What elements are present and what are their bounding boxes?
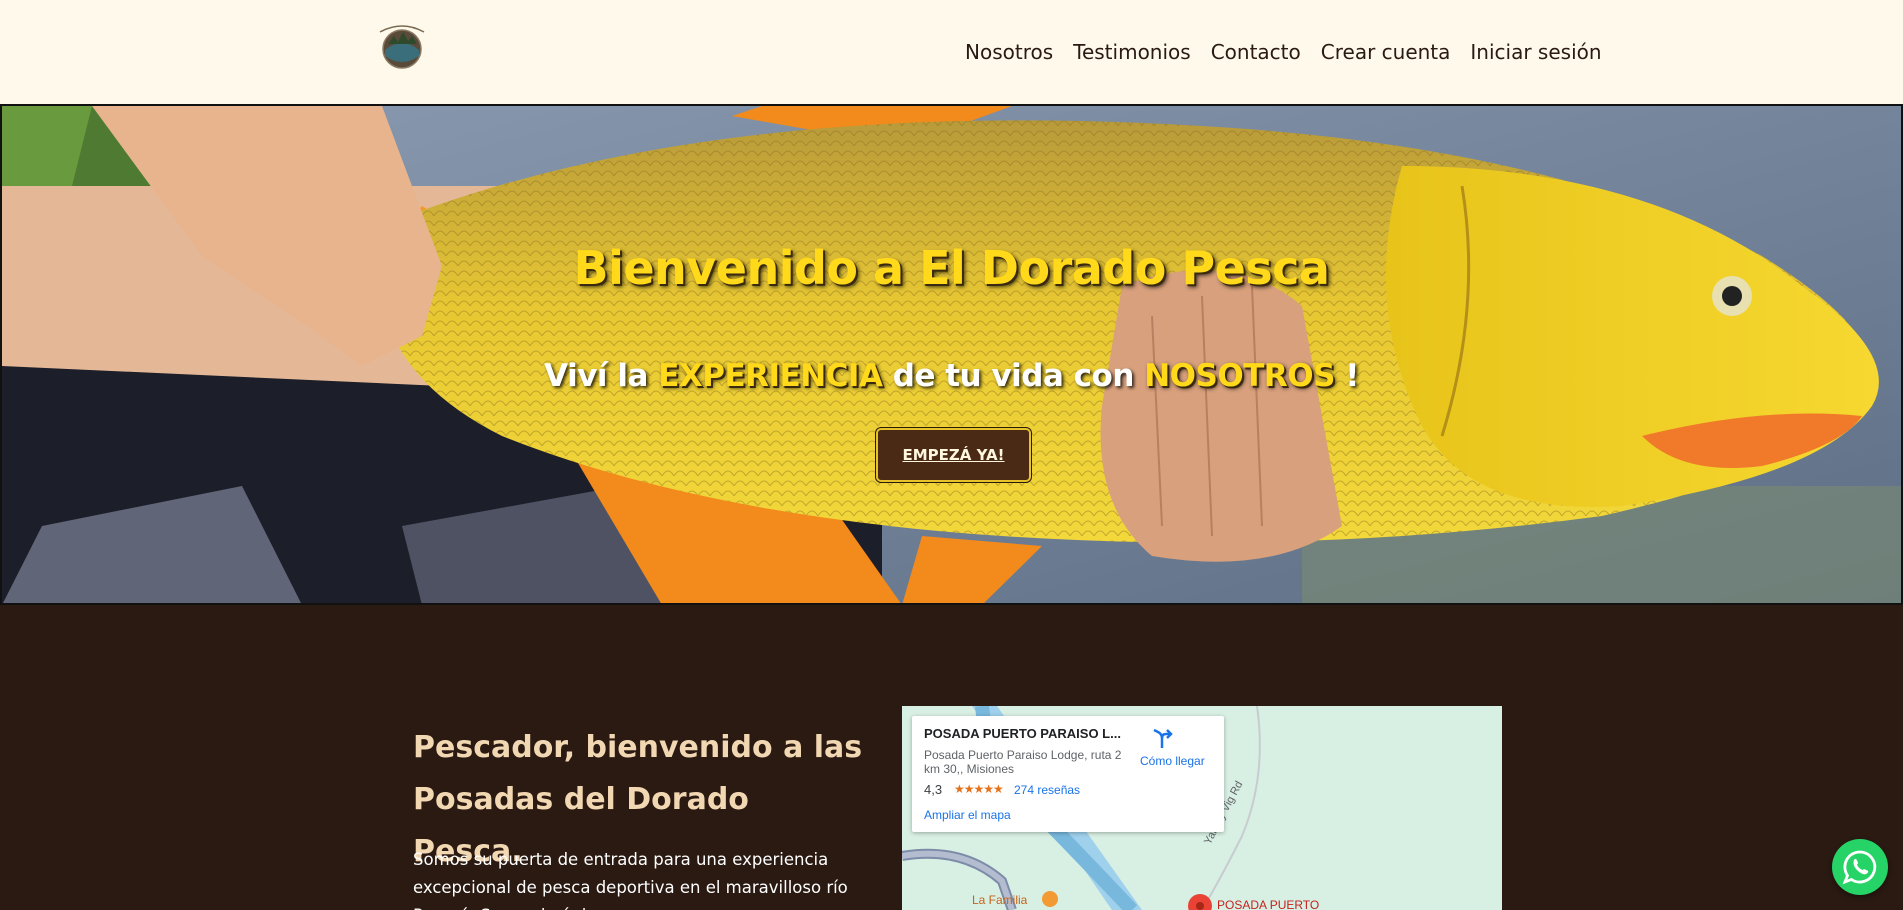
hero-subtitle-prefix: Viví la [544, 358, 659, 394]
map-poi-label[interactable]: La Familia [972, 893, 1027, 907]
hero-subtitle-suffix: ! [1334, 358, 1359, 394]
hero-subtitle: Viví la EXPERIENCIA de tu vida con NOSOT… [2, 358, 1901, 394]
site-header: Nosotros Testimonios Contacto Crear cuen… [0, 0, 1903, 106]
nav-nosotros[interactable]: Nosotros [965, 40, 1053, 64]
main-nav: Nosotros Testimonios Contacto Crear cuen… [965, 40, 1602, 64]
hero-subtitle-middle: de tu vida con [882, 358, 1145, 394]
lodge-logo-icon[interactable] [376, 22, 428, 70]
directions-icon[interactable] [1150, 726, 1174, 750]
map-enlarge-link[interactable]: Ampliar el mapa [924, 808, 1011, 822]
map-place-address: Posada Puerto Paraiso Lodge, ruta 2 km 3… [924, 748, 1122, 776]
map-place-card: POSADA PUERTO PARAISO L... Posada Puerto… [912, 716, 1224, 832]
nav-contacto[interactable]: Contacto [1211, 40, 1301, 64]
hero-highlight-nosotros: NOSOTROS [1144, 358, 1335, 394]
embedded-map[interactable]: Yaborý Vig Rd La Familia POSADA PUERTO P… [902, 706, 1502, 910]
start-now-button[interactable]: EMPEZÁ YA! [876, 428, 1031, 482]
map-reviews-link[interactable]: 274 reseñas [1014, 783, 1080, 797]
nav-iniciar-sesion[interactable]: Iniciar sesión [1470, 40, 1601, 64]
hero-highlight-experiencia: EXPERIENCIA [658, 358, 883, 394]
nav-crear-cuenta[interactable]: Crear cuenta [1321, 40, 1451, 64]
directions-link[interactable]: Cómo llegar [1140, 754, 1205, 768]
hero-banner: Bienvenido a El Dorado Pesca Viví la EXP… [0, 106, 1903, 605]
map-pin-label[interactable]: POSADA PUERTO [1217, 898, 1319, 910]
hero-title: Bienvenido a El Dorado Pesca [573, 241, 1330, 295]
nav-testimonios[interactable]: Testimonios [1073, 40, 1191, 64]
about-text: Somos su puerta de entrada para una expe… [413, 850, 848, 910]
map-rating: 4,3 [924, 782, 943, 797]
whatsapp-icon[interactable] [1832, 839, 1888, 895]
map-rating-stars-icon: ★★★★★ [954, 782, 1004, 796]
map-place-name: POSADA PUERTO PARAISO L... [924, 726, 1121, 741]
hero-fish-image [2, 106, 1901, 603]
